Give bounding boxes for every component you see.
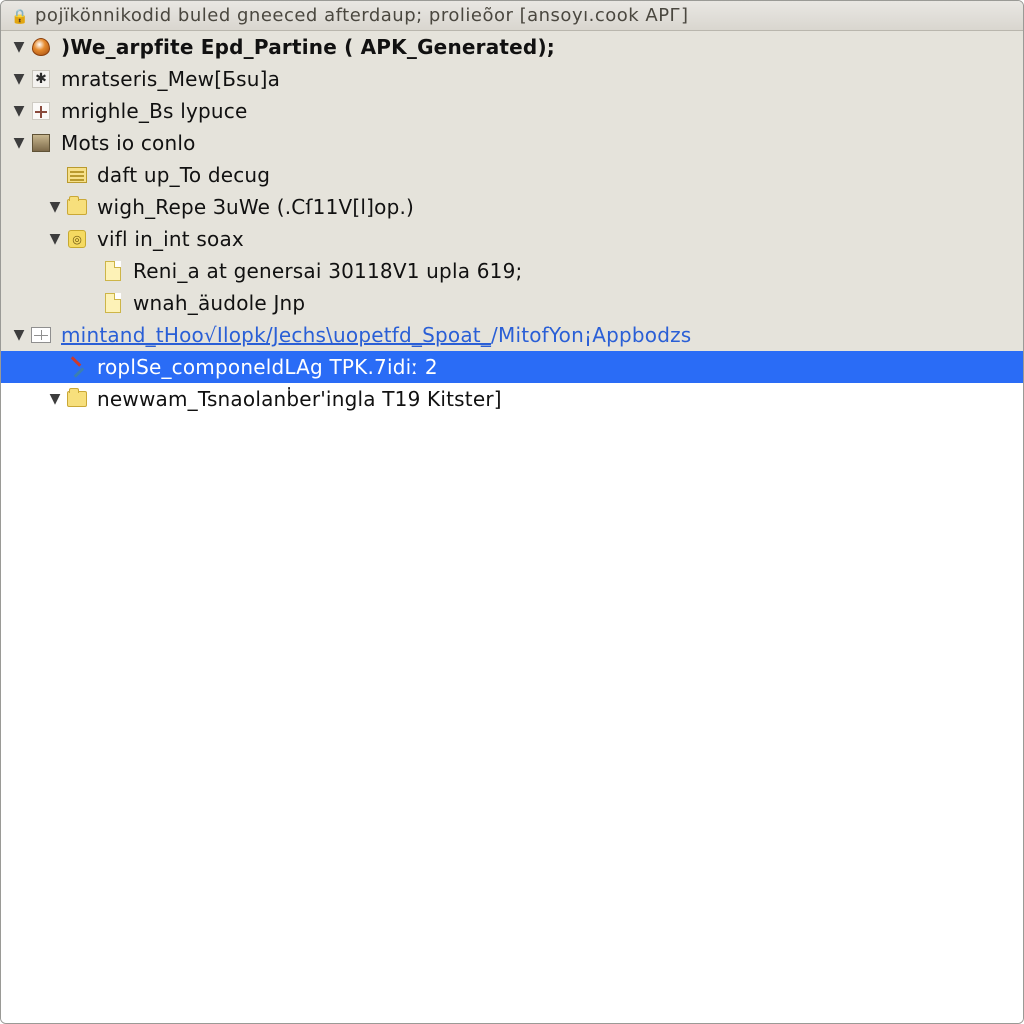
- package-icon: ◎: [65, 227, 89, 251]
- file-icon: [101, 291, 125, 315]
- tree-row[interactable]: Reni_a at genersai 30118V1 upla 619;: [1, 255, 1023, 287]
- tree-row-label: wigh_Repe ЗuWe (.Cſ11V[l]op.): [97, 195, 414, 219]
- tree-row-label: roplSe_componeldLAg TPK.7idiː 2: [97, 355, 438, 379]
- tree-row-label: Mots io conlo: [61, 131, 196, 155]
- folder-icon: [65, 195, 89, 219]
- disclosure-spacer: [45, 357, 65, 377]
- tree-row[interactable]: ▼ wigh_Repe ЗuWe (.Cſ11V[l]op.): [1, 191, 1023, 223]
- tree-row[interactable]: ▼◎ vifl in_int soax: [1, 223, 1023, 255]
- tree-row-label: )We_arpfite Epd_Partine ( APK_Generated)…: [61, 35, 555, 59]
- disclosure-triangle-icon[interactable]: ▼: [45, 197, 65, 217]
- tree-row[interactable]: daft up_To decug: [1, 159, 1023, 191]
- disclosure-triangle-icon[interactable]: ▼: [45, 229, 65, 249]
- tree-row-label: mrighle_Bs lypuce: [61, 99, 247, 123]
- tree-row-label: mratseris_Mew[Бsu]a: [61, 67, 280, 91]
- lock-icon: 🔒: [9, 7, 27, 25]
- tree-row-label: Reni_a at genersai 30118V1 upla 619;: [133, 259, 522, 283]
- tree-row-label: daft up_To decug: [97, 163, 270, 187]
- titlebar: 🔒 pojïkönnikodid buled gneeced afterdaup…: [1, 1, 1023, 31]
- tree-row[interactable]: ▼ mintand_tHoo√Ilopk/Jechs\uopetfd_Spoat_…: [1, 319, 1023, 351]
- disclosure-triangle-icon[interactable]: ▼: [9, 325, 29, 345]
- tree-row[interactable]: ▼ mratseris_Mew[Бsu]a: [1, 63, 1023, 95]
- tree-row-label: newwam_Tsnaolanḃer'ingla T19 Kitster]: [97, 387, 502, 411]
- disclosure-spacer: [45, 165, 65, 185]
- file-icon: [101, 259, 125, 283]
- disclosure-spacer: [81, 293, 101, 313]
- shield-icon: [29, 35, 53, 59]
- project-tree[interactable]: ▼ )We_arpfite Epd_Partine ( APK_Generated…: [1, 31, 1023, 1023]
- tree-row-label: vifl in_int soax: [97, 227, 244, 251]
- tree-row[interactable]: ▼ newwam_Tsnaolanḃer'ingla T19 Kitster]: [1, 383, 1023, 415]
- photo-icon: [29, 131, 53, 155]
- tree-row[interactable]: roplSe_componeldLAg TPK.7idiː 2: [1, 351, 1023, 383]
- tools-icon: [65, 355, 89, 379]
- board-icon: [65, 163, 89, 187]
- window-title: pojïkönnikodid buled gneeced afterdaup; …: [35, 5, 689, 26]
- tree-row[interactable]: wnah_äudole Jnp: [1, 287, 1023, 319]
- grid-icon: [29, 323, 53, 347]
- tree-row[interactable]: ▼ Mots io conlo: [1, 127, 1023, 159]
- disclosure-triangle-icon[interactable]: ▼: [9, 101, 29, 121]
- tree-row-label: wnah_äudole Jnp: [133, 291, 305, 315]
- tree-row[interactable]: ▼ )We_arpfite Epd_Partine ( APK_Generated…: [1, 31, 1023, 63]
- tree-row[interactable]: ▼ mrighle_Bs lypuce: [1, 95, 1023, 127]
- disclosure-triangle-icon[interactable]: ▼: [9, 69, 29, 89]
- project-tree-window: 🔒 pojïkönnikodid buled gneeced afterdaup…: [0, 0, 1024, 1024]
- disclosure-triangle-icon[interactable]: ▼: [9, 37, 29, 57]
- folder-icon: [65, 387, 89, 411]
- cross-icon: [29, 99, 53, 123]
- disclosure-spacer: [81, 261, 101, 281]
- tree-row-label: mintand_tHoo√Ilopk/Jechs\uopetfd_Spoat_/…: [61, 323, 691, 347]
- spider-icon: [29, 67, 53, 91]
- disclosure-triangle-icon[interactable]: ▼: [45, 389, 65, 409]
- disclosure-triangle-icon[interactable]: ▼: [9, 133, 29, 153]
